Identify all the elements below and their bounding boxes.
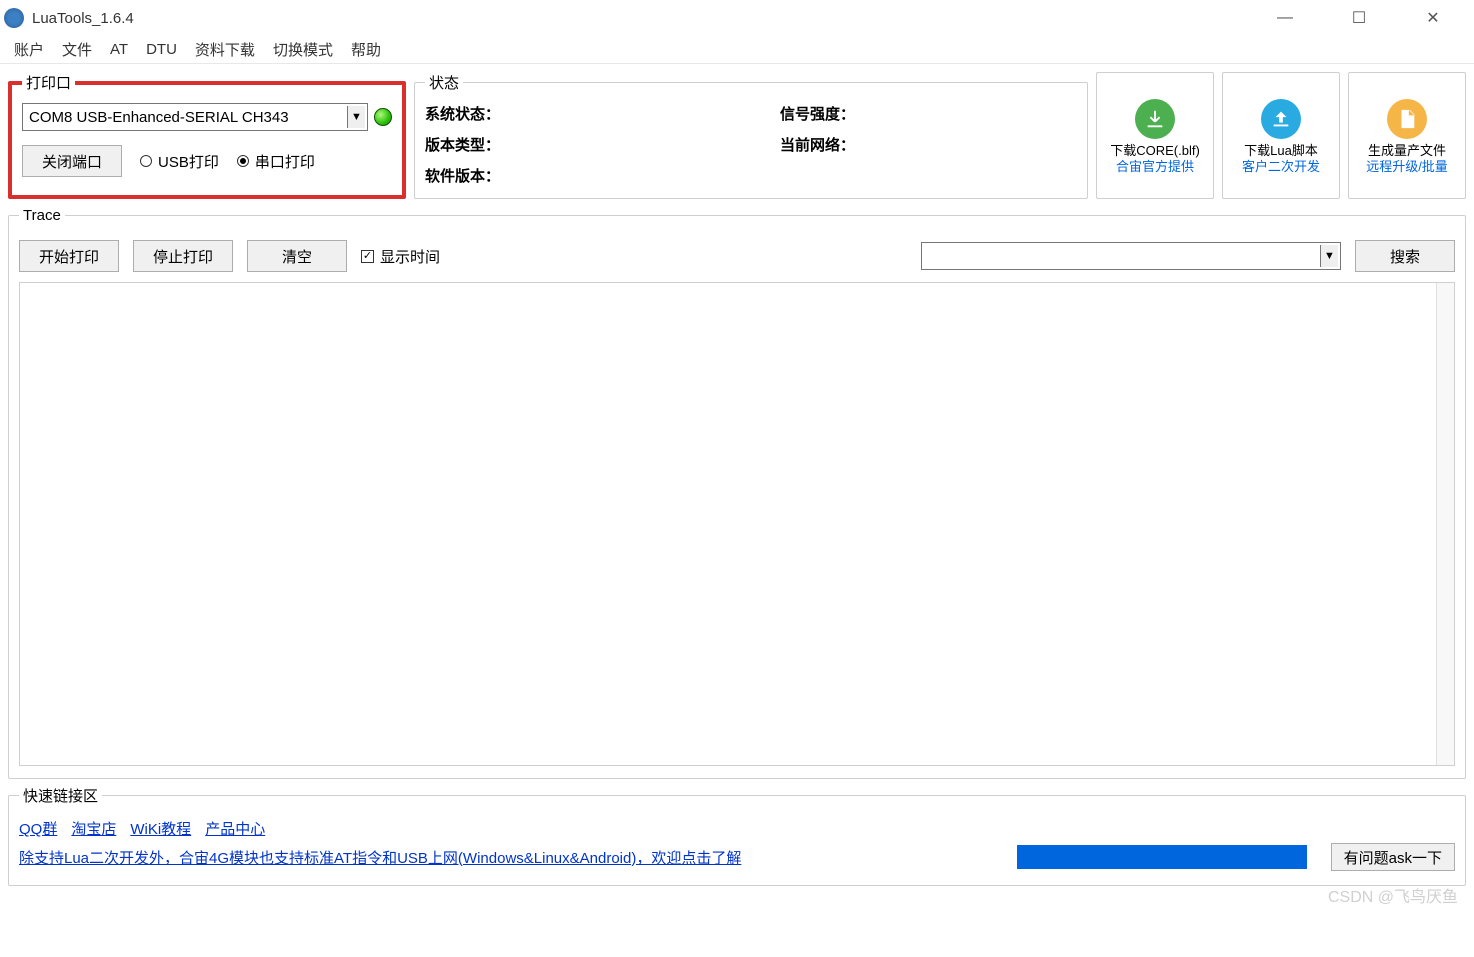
- radio-icon: [140, 155, 152, 167]
- radio-icon: [237, 155, 249, 167]
- search-combobox[interactable]: ▼: [921, 242, 1341, 270]
- menu-switch-mode[interactable]: 切换模式: [273, 39, 333, 60]
- link-wiki[interactable]: WiKi教程: [130, 818, 191, 839]
- card-download-core[interactable]: 下载CORE(.blf) 合宙官方提供: [1096, 72, 1214, 199]
- window-title: LuaTools_1.6.4: [32, 10, 1262, 27]
- window-controls: — ☐ ✕: [1262, 3, 1470, 33]
- print-port-legend: 打印口: [22, 72, 75, 93]
- link-product[interactable]: 产品中心: [205, 818, 265, 839]
- menu-at[interactable]: AT: [110, 41, 128, 58]
- card-download-lua[interactable]: 下载Lua脚本 客户二次开发: [1222, 72, 1340, 199]
- app-icon: [4, 8, 24, 28]
- radio-serial-print[interactable]: 串口打印: [237, 151, 315, 172]
- trace-legend: Trace: [19, 207, 65, 224]
- card-subtitle: 客户二次开发: [1242, 159, 1320, 175]
- menu-help[interactable]: 帮助: [351, 39, 381, 60]
- label-ver-type: 版本类型：: [425, 134, 500, 155]
- quicklinks-group: 快速链接区 QQ群 淘宝店 WiKi教程 产品中心 除支持Lua二次开发外，合宙…: [8, 785, 1466, 886]
- status-group: 状态 系统状态： 版本类型： 软件版本： 信号强度： 当前网络：: [414, 72, 1088, 199]
- search-button[interactable]: 搜索: [1355, 240, 1455, 272]
- status-legend: 状态: [425, 72, 463, 93]
- radio-usb-print[interactable]: USB打印: [140, 151, 219, 172]
- menubar: 账户 文件 AT DTU 资料下载 切换模式 帮助: [0, 36, 1474, 64]
- print-port-group: 打印口 COM8 USB-Enhanced-SERIAL CH343 ▼ 关闭端…: [8, 72, 406, 199]
- card-title: 下载Lua脚本: [1244, 143, 1318, 159]
- quicklinks-legend: 快速链接区: [19, 785, 102, 806]
- status-led-icon: [374, 108, 392, 126]
- download-icon: [1135, 99, 1175, 139]
- label-network: 当前网络：: [780, 134, 855, 155]
- label-sys-status: 系统状态：: [425, 103, 500, 124]
- app-window: LuaTools_1.6.4 — ☐ ✕ 账户 文件 AT DTU 资料下载 切…: [0, 0, 1474, 957]
- card-title: 生成量产文件: [1368, 143, 1446, 159]
- card-subtitle: 远程升级/批量: [1366, 159, 1448, 175]
- radio-serial-label: 串口打印: [255, 151, 315, 172]
- trace-output[interactable]: [19, 282, 1455, 766]
- chevron-down-icon[interactable]: ▼: [347, 106, 365, 128]
- watermark: CSDN @飞鸟厌鱼: [1328, 883, 1458, 907]
- check-icon: ✓: [361, 250, 374, 263]
- minimize-button[interactable]: —: [1262, 3, 1308, 33]
- ask-button[interactable]: 有问题ask一下: [1331, 843, 1455, 871]
- close-port-button[interactable]: 关闭端口: [22, 145, 122, 177]
- card-generate-prod[interactable]: 生成量产文件 远程升级/批量: [1348, 72, 1466, 199]
- top-row: 打印口 COM8 USB-Enhanced-SERIAL CH343 ▼ 关闭端…: [0, 64, 1474, 203]
- stop-print-button[interactable]: 停止打印: [133, 240, 233, 272]
- radio-usb-label: USB打印: [158, 151, 219, 172]
- titlebar: LuaTools_1.6.4 — ☐ ✕: [0, 0, 1474, 36]
- scrollbar[interactable]: [1436, 283, 1454, 765]
- menu-file[interactable]: 文件: [62, 39, 92, 60]
- link-taobao[interactable]: 淘宝店: [71, 818, 116, 839]
- port-combobox[interactable]: COM8 USB-Enhanced-SERIAL CH343 ▼: [22, 103, 368, 131]
- progress-bar: [1017, 845, 1307, 869]
- chevron-down-icon[interactable]: ▼: [1320, 245, 1338, 267]
- close-button[interactable]: ✕: [1410, 3, 1456, 33]
- file-icon: [1387, 99, 1427, 139]
- link-qq[interactable]: QQ群: [19, 818, 57, 839]
- upload-icon: [1261, 99, 1301, 139]
- start-print-button[interactable]: 开始打印: [19, 240, 119, 272]
- maximize-button[interactable]: ☐: [1336, 3, 1382, 33]
- menu-download[interactable]: 资料下载: [195, 39, 255, 60]
- menu-account[interactable]: 账户: [14, 39, 44, 60]
- port-value: COM8 USB-Enhanced-SERIAL CH343: [29, 109, 289, 126]
- label-sw-ver: 软件版本：: [425, 165, 500, 186]
- menu-dtu[interactable]: DTU: [146, 41, 177, 58]
- show-time-checkbox[interactable]: ✓ 显示时间: [361, 246, 440, 267]
- show-time-label: 显示时间: [380, 246, 440, 267]
- trace-group: Trace 开始打印 停止打印 清空 ✓ 显示时间 ▼ 搜索: [8, 207, 1466, 779]
- card-title: 下载CORE(.blf): [1110, 143, 1200, 159]
- trace-toolbar: 开始打印 停止打印 清空 ✓ 显示时间 ▼ 搜索: [19, 234, 1455, 282]
- clear-button[interactable]: 清空: [247, 240, 347, 272]
- link-long-desc[interactable]: 除支持Lua二次开发外，合宙4G模块也支持标准AT指令和USB上网(Window…: [19, 847, 741, 868]
- card-subtitle: 合宙官方提供: [1116, 159, 1194, 175]
- label-signal: 信号强度：: [780, 103, 855, 124]
